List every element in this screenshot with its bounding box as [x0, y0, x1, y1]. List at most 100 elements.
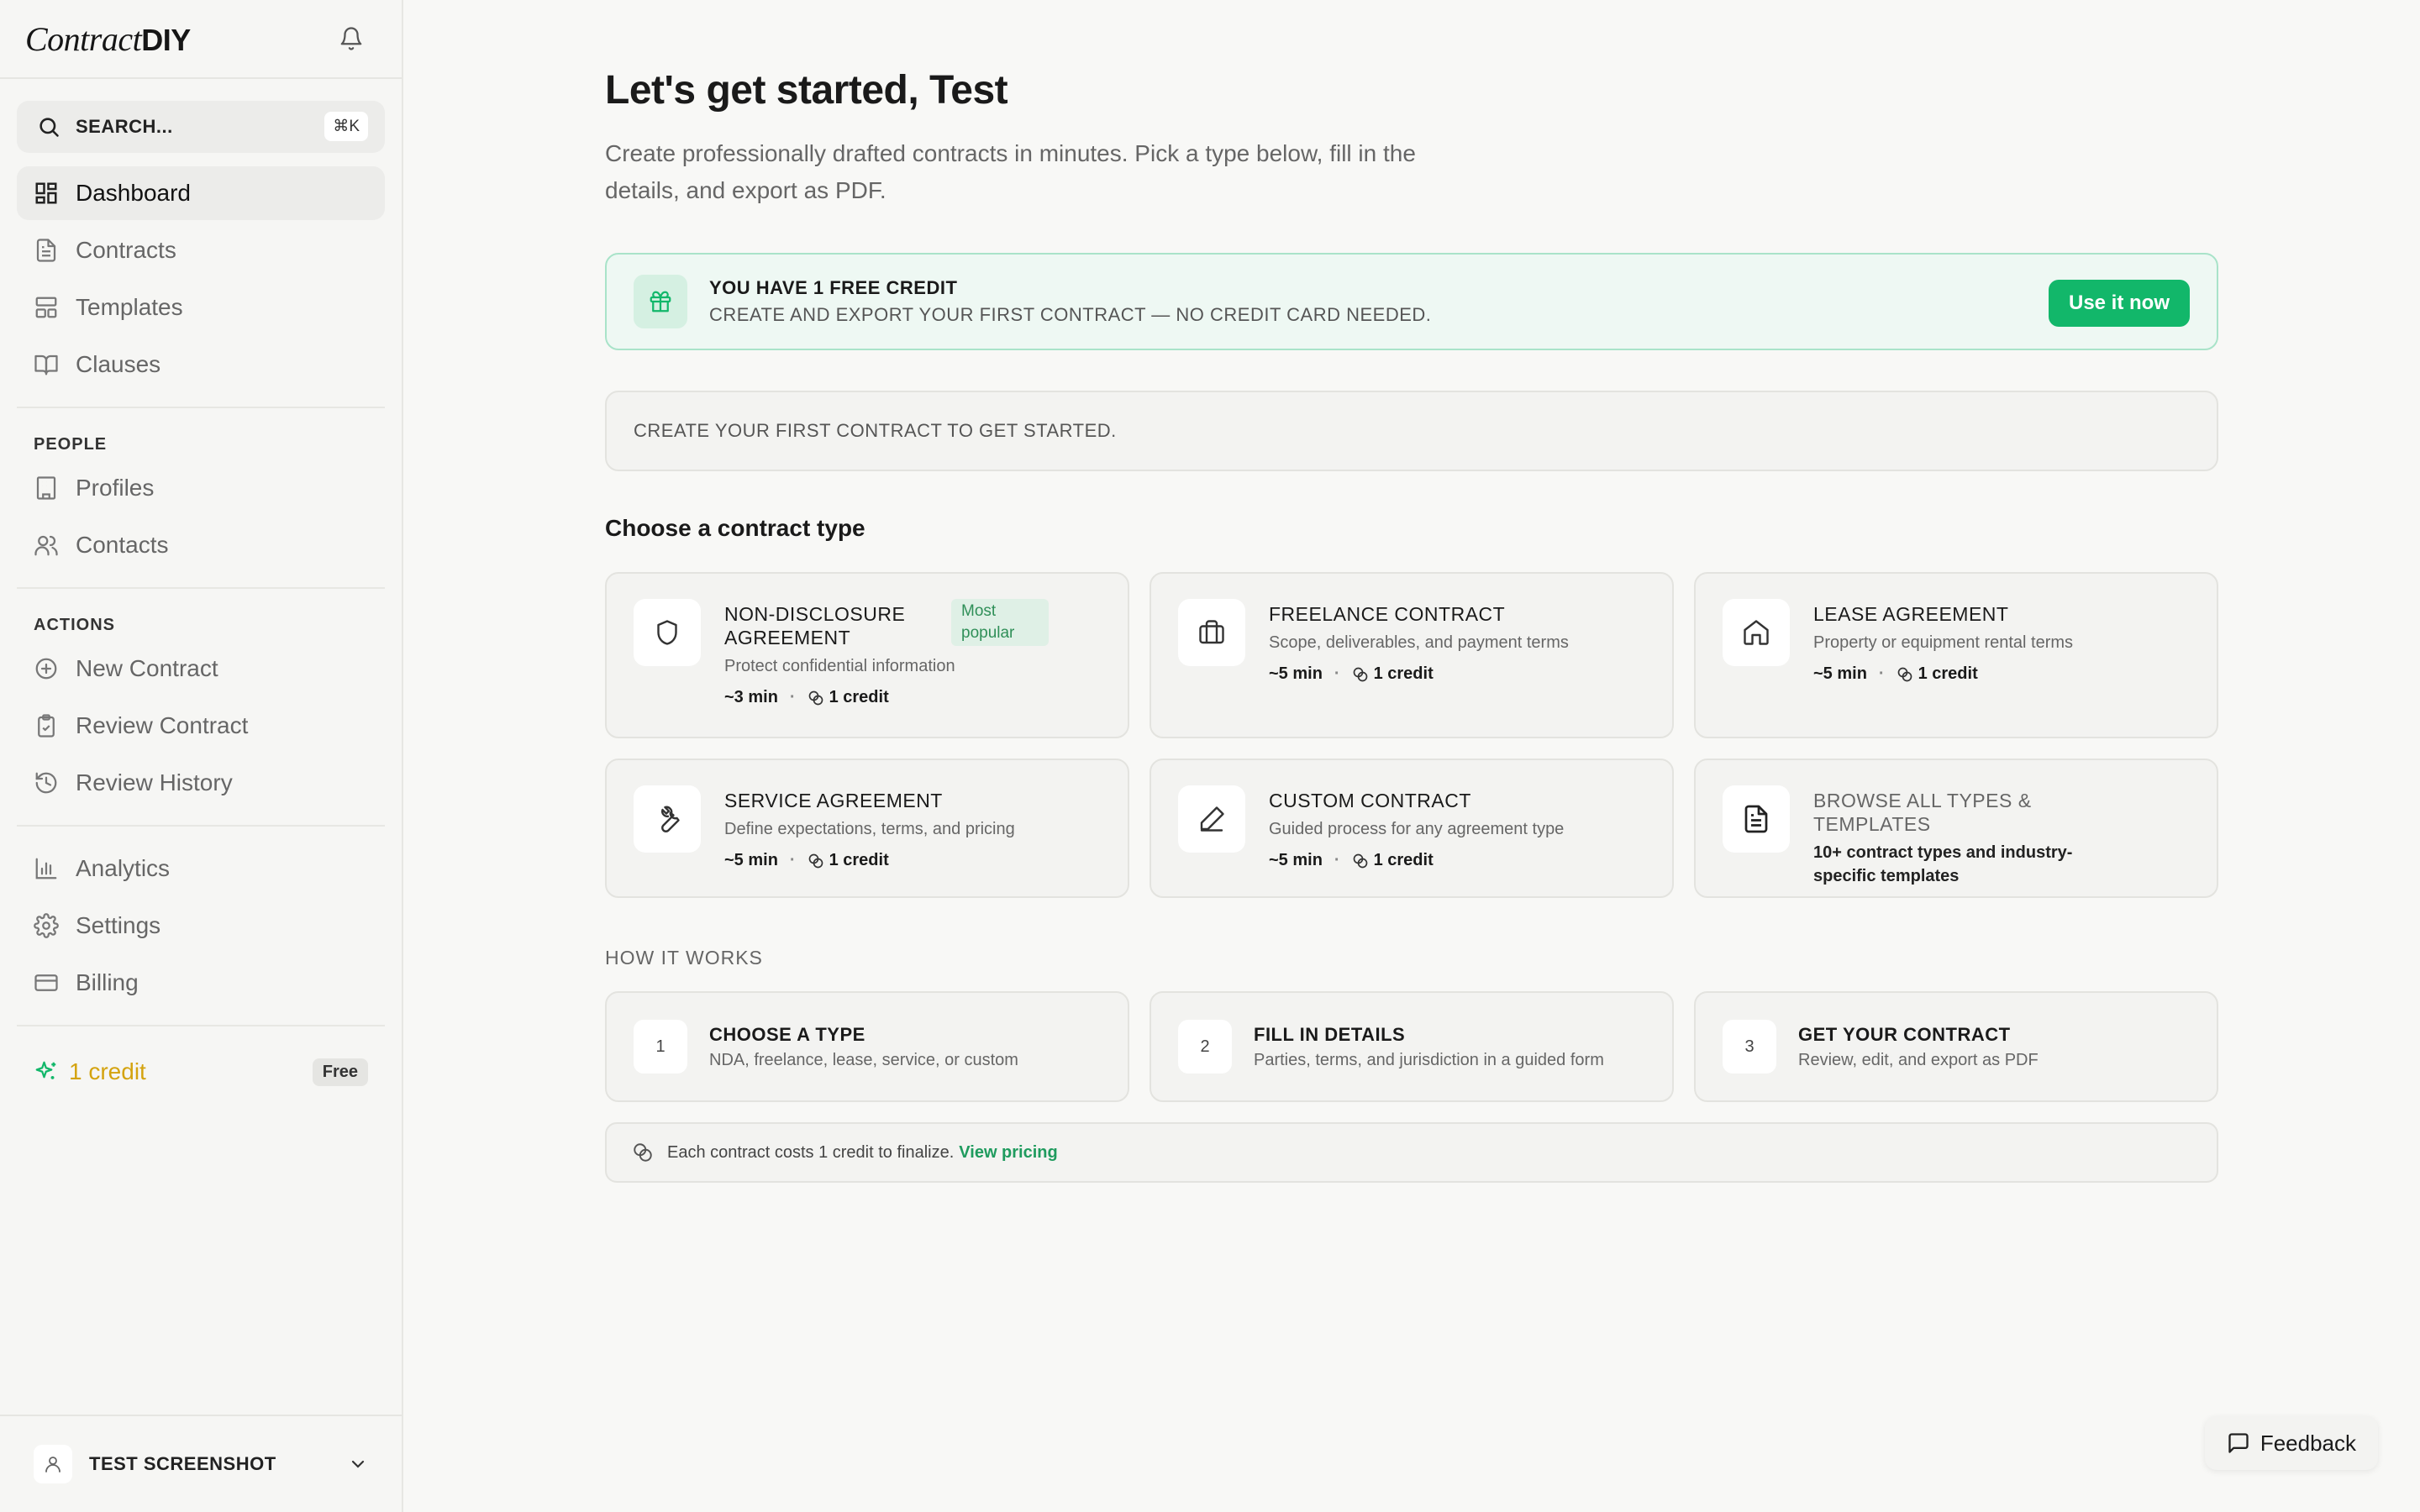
document-icon — [1723, 785, 1790, 853]
building-icon — [36, 476, 56, 500]
users-icon — [34, 535, 58, 556]
sidebar-item-dashboard[interactable]: Dashboard — [17, 166, 385, 220]
card-title: LEASE AGREEMENT — [1813, 603, 2009, 625]
contract-card-nda[interactable]: NON-DISCLOSURE AGREEMENT Most popular Pr… — [605, 572, 1129, 738]
sidebar-item-label: Dashboard — [76, 180, 191, 206]
sidebar-item-review-history[interactable]: Review History — [17, 756, 385, 810]
card-credit: 1 credit — [1918, 664, 1978, 683]
coins-icon — [1897, 667, 1912, 681]
divider — [17, 407, 385, 408]
card-description: Define expectations, terms, and pricing — [724, 820, 1015, 838]
sidebar-item-label: Contracts — [76, 237, 176, 263]
step-number: 3 — [1723, 1020, 1776, 1074]
step-card: 3 GET YOUR CONTRACT Review, edit, and ex… — [1694, 991, 2218, 1102]
sidebar-item-templates[interactable]: Templates — [17, 281, 385, 334]
how-it-works-steps: 1 CHOOSE A TYPE NDA, freelance, lease, s… — [605, 991, 2218, 1102]
gift-icon — [634, 275, 687, 328]
card-description: Guided process for any agreement type — [1269, 820, 1565, 838]
step-description: NDA, freelance, lease, service, or custo… — [709, 1050, 1018, 1069]
card-meta: ~5 min · 1 credit — [1269, 851, 1434, 869]
user-menu[interactable]: TEST SCREENSHOT — [0, 1415, 402, 1512]
brand-row: ContractDIY — [0, 0, 402, 79]
divider — [17, 587, 385, 589]
coins-icon — [1353, 667, 1367, 681]
book-open-icon — [34, 354, 58, 375]
use-credit-button[interactable]: Use it now — [2048, 280, 2190, 327]
card-description: Protect confidential information — [724, 657, 955, 675]
step-title: GET YOUR CONTRACT — [1798, 1023, 2011, 1045]
card-title: SERVICE AGREEMENT — [724, 790, 943, 811]
sidebar-item-label: Templates — [76, 294, 183, 320]
sidebar-item-new-contract[interactable]: New Contract — [17, 642, 385, 696]
file-text-icon — [36, 239, 56, 262]
step-number: 2 — [1178, 1020, 1232, 1074]
logo[interactable]: ContractDIY — [25, 19, 191, 59]
card-credit: 1 credit — [1373, 664, 1434, 683]
step-number: 1 — [634, 1020, 687, 1074]
pen-icon — [1178, 785, 1245, 853]
sidebar-item-contracts[interactable]: Contracts — [17, 223, 385, 277]
sidebar-item-label: New Contract — [76, 655, 218, 681]
card-title: NON-DISCLOSURE AGREEMENT — [724, 603, 906, 648]
credits-row[interactable]: 1 credit Free — [0, 1047, 402, 1097]
contract-card-custom[interactable]: CUSTOM CONTRACT Guided process for any a… — [1150, 759, 1674, 898]
empty-state: CREATE YOUR FIRST CONTRACT TO GET STARTE… — [605, 391, 2218, 471]
sidebar-item-profiles[interactable]: Profiles — [17, 461, 385, 515]
shield-icon — [634, 599, 701, 666]
search-icon — [39, 118, 59, 137]
card-description: Property or equipment rental terms — [1813, 633, 2074, 652]
card-meta: ~5 min · 1 credit — [724, 851, 889, 869]
bar-chart-icon — [35, 858, 57, 879]
pricing-note-text: Each contract costs 1 credit to finalize… — [667, 1142, 955, 1162]
sparkles-icon — [35, 1061, 56, 1079]
card-credit: 1 credit — [829, 688, 889, 706]
credit-card-icon — [34, 974, 58, 991]
page-intro: Create professionally drafted contracts … — [605, 140, 1416, 203]
sidebar-item-billing[interactable]: Billing — [17, 956, 385, 1010]
clipboard-check-icon — [38, 714, 55, 738]
wrench-icon — [634, 785, 701, 853]
sidebar-item-analytics[interactable]: Analytics — [17, 842, 385, 895]
sidebar-item-contacts[interactable]: Contacts — [17, 518, 385, 572]
chevron-down-icon — [351, 1460, 365, 1468]
sidebar-item-label: Review History — [76, 769, 233, 795]
pricing-note: Each contract costs 1 credit to finalize… — [605, 1122, 2218, 1183]
user-name: TEST SCREENSHOT — [89, 1453, 276, 1474]
briefcase-icon — [1178, 599, 1245, 666]
step-title: FILL IN DETAILS — [1254, 1023, 1406, 1045]
banner-title: YOU HAVE 1 FREE CREDIT — [709, 277, 958, 298]
contract-card-browse-all[interactable]: BROWSE ALL TYPES & TEMPLATES 10+ contrac… — [1694, 759, 2218, 898]
contract-card-lease[interactable]: LEASE AGREEMENT Property or equipment re… — [1694, 572, 2218, 738]
sidebar-item-label: Contacts — [76, 532, 169, 558]
sidebar-item-label: Review Contract — [76, 712, 249, 738]
message-square-icon — [2228, 1433, 2249, 1453]
card-description: Scope, deliverables, and payment terms — [1269, 633, 1569, 652]
plan-badge: Free — [312, 1058, 368, 1086]
card-meta: ~5 min · 1 credit — [1269, 664, 1434, 683]
how-it-works-label: HOW IT WORKS — [605, 947, 763, 969]
card-description: 10+ contract types and industry-specific… — [1813, 843, 2073, 885]
free-credit-banner: YOU HAVE 1 FREE CREDIT CREATE AND EXPORT… — [605, 253, 2218, 350]
contract-card-service[interactable]: SERVICE AGREEMENT Define expectations, t… — [605, 759, 1129, 898]
sidebar-item-settings[interactable]: Settings — [17, 899, 385, 953]
bell-icon[interactable] — [334, 22, 368, 55]
search-input[interactable]: SEARCH... ⌘K — [17, 101, 385, 153]
banner-subtitle: CREATE AND EXPORT YOUR FIRST CONTRACT — … — [709, 304, 1432, 325]
section-heading-contract-type: Choose a contract type — [605, 515, 865, 541]
layout-icon — [35, 297, 57, 318]
divider — [17, 1025, 385, 1026]
user-icon — [45, 1457, 60, 1473]
gear-icon — [34, 913, 59, 938]
sidebar-item-review-contract[interactable]: Review Contract — [17, 699, 385, 753]
card-time: ~5 min — [724, 851, 778, 869]
contract-type-grid: NON-DISCLOSURE AGREEMENT Most popular Pr… — [605, 572, 2218, 898]
feedback-label: Feedback — [2260, 1430, 2356, 1456]
card-meta: ~3 min · 1 credit — [724, 688, 889, 706]
grid-icon — [35, 182, 57, 204]
card-time: ~5 min — [1269, 851, 1323, 869]
sidebar-item-clauses[interactable]: Clauses — [17, 338, 385, 391]
contract-card-freelance[interactable]: FREELANCE CONTRACT Scope, deliverables, … — [1150, 572, 1674, 738]
view-pricing-link[interactable]: View pricing — [959, 1143, 1057, 1163]
avatar — [34, 1445, 72, 1483]
feedback-button[interactable]: Feedback — [2204, 1416, 2378, 1470]
